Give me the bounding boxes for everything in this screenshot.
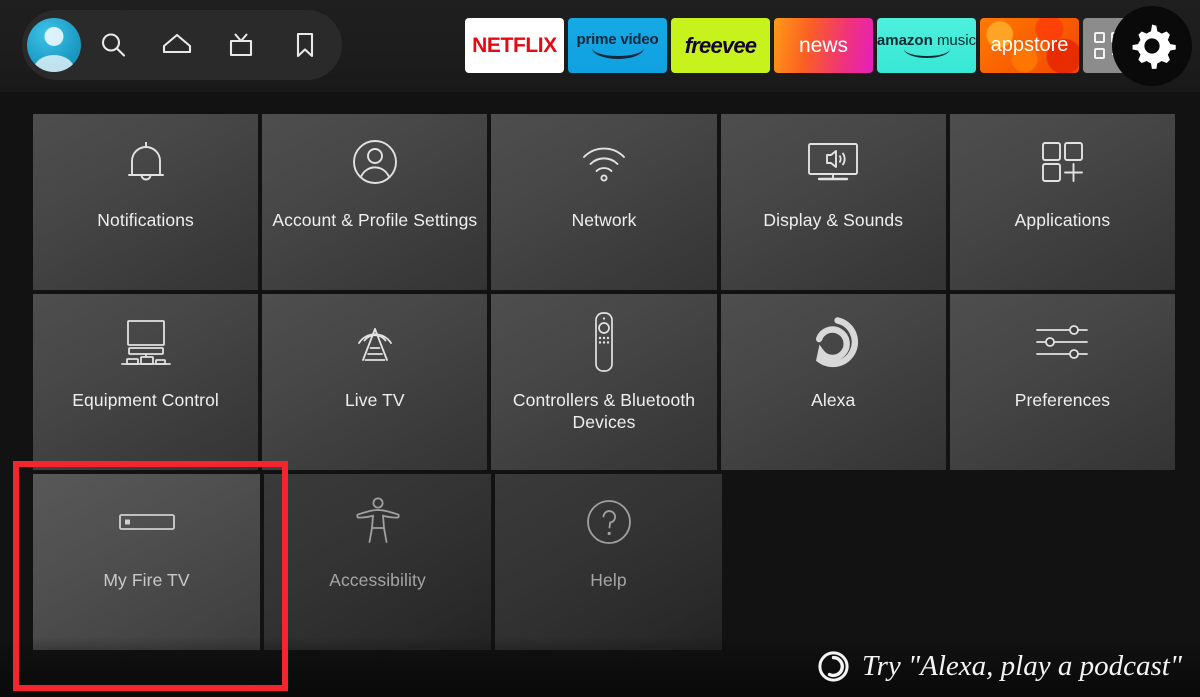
sliders-icon: [950, 294, 1175, 390]
settings-tile-label: Applications: [1014, 210, 1111, 230]
app-tile-news[interactable]: news: [774, 18, 873, 73]
app-tile-prime-video[interactable]: prime video: [568, 18, 667, 73]
settings-tile-equipment-control[interactable]: Equipment Control: [33, 294, 259, 470]
tv-equipment-icon: [33, 294, 258, 390]
remote-control-icon: [491, 294, 716, 390]
settings-tile-label: Live TV: [344, 390, 405, 410]
app-label-news: news: [798, 33, 849, 57]
settings-tile-label: Alexa: [811, 390, 856, 410]
avatar-body: [34, 55, 74, 72]
settings-tile-applications[interactable]: Applications: [949, 114, 1176, 290]
broadcast-tower-icon: [262, 294, 487, 390]
settings-tile-display-sounds[interactable]: Display & Sounds: [720, 114, 946, 290]
apps-grid-plus-icon: [950, 114, 1175, 210]
app-shortcut-row: NETFLIX prime video freevee news amazon …: [465, 18, 1139, 73]
app-label-amazon: amazon: [877, 32, 933, 49]
profile-avatar[interactable]: [27, 18, 81, 72]
app-tile-freevee[interactable]: freevee: [671, 18, 770, 73]
search-icon[interactable]: [81, 10, 145, 80]
person-circle-icon: [262, 114, 487, 210]
settings-tile-label: My Fire TV: [103, 570, 190, 590]
settings-row-1: Notifications Account & Profile Settings: [33, 114, 1176, 290]
settings-tile-network[interactable]: Network: [491, 114, 717, 290]
live-tv-icon[interactable]: [209, 10, 273, 80]
alexa-ring-icon: [818, 651, 849, 682]
settings-tile-account-profile-settings[interactable]: Account & Profile Settings: [262, 114, 488, 290]
settings-tile-label: Display & Sounds: [763, 210, 904, 230]
settings-tile-alexa[interactable]: Alexa: [720, 294, 946, 470]
app-label-music: music: [936, 32, 976, 49]
alexa-hint-text: Try "Alexa, play a podcast": [862, 650, 1182, 682]
bookmark-icon[interactable]: [273, 10, 337, 80]
alexa-hint: Try "Alexa, play a podcast": [818, 650, 1182, 683]
settings-row-2: Equipment Control Live TV Controllers & …: [33, 294, 1176, 470]
app-tile-appstore[interactable]: appstore: [980, 18, 1079, 73]
settings-tile-label: Network: [571, 210, 637, 230]
settings-tile-live-tv[interactable]: Live TV: [262, 294, 488, 470]
settings-tile-my-fire-tv[interactable]: My Fire TV: [33, 474, 260, 650]
settings-tile-label: Accessibility: [329, 570, 426, 590]
tv-speaker-icon: [721, 114, 946, 210]
app-label-appstore: appstore: [990, 34, 1069, 56]
settings-tile-label: Account & Profile Settings: [272, 210, 478, 230]
home-icon[interactable]: [145, 10, 209, 80]
settings-gear-button[interactable]: [1112, 6, 1192, 86]
app-tile-netflix[interactable]: NETFLIX: [465, 18, 564, 73]
settings-tile-label: Preferences: [1014, 390, 1111, 410]
amazon-smile-icon: [903, 49, 950, 58]
top-navigation-bar: NETFLIX prime video freevee news amazon …: [0, 0, 1200, 92]
settings-tile-notifications[interactable]: Notifications: [33, 114, 259, 290]
settings-grid: Notifications Account & Profile Settings: [33, 114, 1176, 654]
settings-tile-label: Equipment Control: [72, 390, 219, 410]
settings-tile-controllers-bluetooth-devices[interactable]: Controllers & Bluetooth Devices: [491, 294, 717, 470]
nav-pill: [22, 10, 342, 80]
settings-tile-label: Controllers & Bluetooth Devices: [512, 390, 696, 432]
app-label-prime-video: prime video: [576, 31, 659, 48]
wifi-icon: [491, 114, 716, 210]
app-label-freevee: freevee: [684, 32, 757, 58]
question-circle-icon: [495, 474, 722, 570]
alexa-ring-icon: [721, 294, 946, 390]
amazon-smile-icon: [591, 48, 644, 59]
app-tile-amazon-music[interactable]: amazon music: [877, 18, 976, 73]
fire-tv-stick-icon: [33, 474, 260, 570]
settings-row-3: My Fire TV Accessibility Help: [33, 474, 1175, 650]
settings-tile-help[interactable]: Help: [495, 474, 722, 650]
settings-tile-accessibility[interactable]: Accessibility: [264, 474, 491, 650]
avatar-head: [44, 27, 64, 46]
app-label-netflix: NETFLIX: [472, 33, 557, 57]
fire-tv-settings-screen: NETFLIX prime video freevee news amazon …: [0, 0, 1200, 697]
accessibility-icon: [264, 474, 491, 570]
settings-tile-label: Help: [590, 570, 627, 590]
settings-tile-label: Notifications: [97, 210, 194, 230]
bell-icon: [33, 114, 258, 210]
gear-icon: [1132, 24, 1176, 69]
settings-tile-preferences[interactable]: Preferences: [949, 294, 1176, 470]
